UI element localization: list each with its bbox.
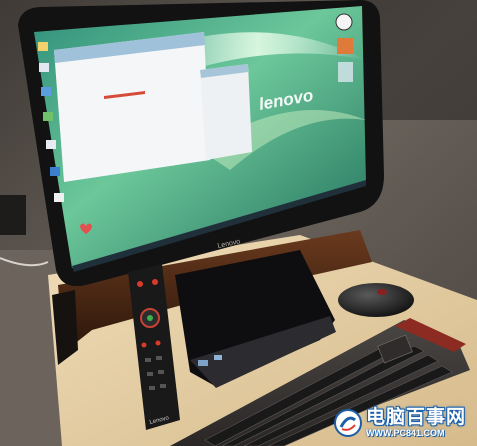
watermark-url: WWW.PC841.COM [366,428,445,438]
desktop-icon[interactable] [43,112,53,121]
dock-indicator [214,355,222,360]
site-watermark: 电脑百事网 WWW.PC841.COM [333,403,471,443]
remote-key[interactable] [149,386,155,390]
remote-button-red[interactable] [141,342,147,348]
gadget-panel [338,62,353,82]
remote-button-red[interactable] [137,281,143,287]
desktop-icon[interactable] [39,63,49,72]
desktop-icon[interactable] [41,87,51,96]
app-window-secondary [200,64,252,160]
left-dark-object [0,195,26,235]
mouse-scroll-wheel[interactable] [377,289,387,295]
remote-button-red[interactable] [152,279,158,285]
remote-key[interactable] [158,370,164,374]
desktop-icon[interactable] [50,167,60,176]
mouse[interactable] [338,283,414,317]
remote-key[interactable] [147,372,153,376]
remote-key[interactable] [160,384,166,388]
clock-icon [335,13,353,31]
photo-gadget [337,38,353,54]
remote-key[interactable] [156,356,162,360]
desktop-icon[interactable] [38,42,48,51]
desktop-icon[interactable] [54,193,64,202]
desktop-icon[interactable] [46,140,56,149]
dock-indicator [198,360,208,366]
watermark-site-name: 电脑百事网 [366,406,467,428]
remote-button-red[interactable] [155,340,161,346]
photo-scene: lenovo Lenovo Lenovo [0,0,477,446]
remote-center-green[interactable] [147,315,153,321]
watermark-logo-icon [334,409,362,437]
remote-key[interactable] [145,358,151,362]
